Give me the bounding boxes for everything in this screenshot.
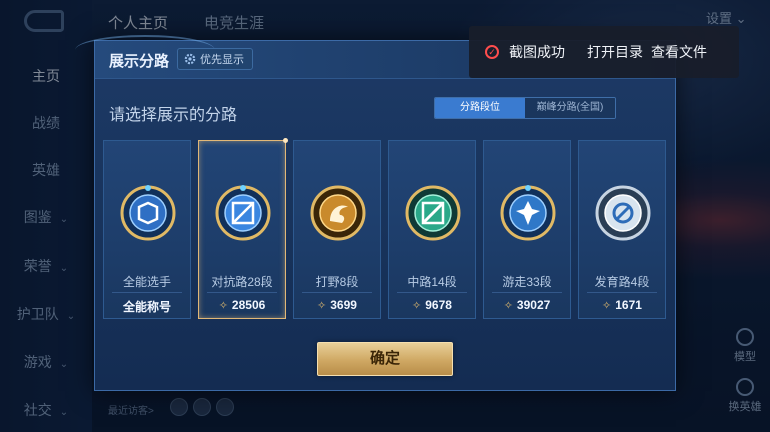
- divider: [492, 292, 562, 293]
- clash-lane-emblem-icon: [215, 185, 271, 241]
- lane-card-clash[interactable]: 对抗路28段 ✧ 28506: [198, 138, 288, 319]
- score-icon: ✧: [602, 300, 612, 312]
- jungle-emblem-icon: [310, 185, 366, 241]
- tab-lane-rank[interactable]: 分路段位: [435, 98, 525, 118]
- score-icon: ✧: [503, 300, 513, 312]
- lane-prompt: 请选择展示的分路: [109, 107, 238, 124]
- divider: [302, 292, 372, 293]
- open-directory-link[interactable]: 打开目录: [587, 42, 643, 62]
- lane-card-jungle[interactable]: 打野8段 ✧ 3699: [293, 140, 381, 319]
- lane-card-all-round[interactable]: 全能选手 全能称号: [103, 140, 191, 319]
- lane-stat-value: 1671: [615, 298, 642, 312]
- selected-marker: [283, 138, 288, 143]
- divider: [112, 292, 182, 293]
- view-file-link[interactable]: 查看文件: [651, 42, 707, 62]
- lane-card-mid[interactable]: 中路14段 ✧ 9678: [388, 140, 476, 319]
- lane-card-roam[interactable]: 游走33段 ✧ 39027: [483, 140, 571, 319]
- mid-lane-emblem-icon: [405, 185, 461, 241]
- tab-peak-lane[interactable]: 巅峰分路(全国): [525, 98, 615, 118]
- lane-stat-value: 9678: [425, 298, 452, 312]
- divider: [397, 292, 467, 293]
- toast-message: 截图成功: [509, 44, 565, 60]
- dialog-title: 展示分路: [109, 53, 170, 70]
- score-icon: ✧: [412, 300, 422, 312]
- divider: [587, 292, 657, 293]
- lane-name: 全能选手: [122, 275, 171, 289]
- lane-name: 游走33段: [502, 275, 552, 289]
- check-circle-icon: ✓: [485, 45, 499, 59]
- lane-stat: ✧ 39027: [484, 298, 570, 312]
- farm-lane-emblem-icon: [595, 185, 651, 241]
- lane-stat-value: 39027: [516, 298, 551, 312]
- priority-display-button[interactable]: 优先显示: [177, 48, 253, 70]
- roam-emblem-icon: [500, 185, 556, 241]
- lane-name: 发育路4段: [594, 275, 650, 289]
- score-icon: ✧: [218, 300, 228, 312]
- score-icon: ✧: [317, 300, 327, 312]
- lane-stat: ✧ 9678: [389, 298, 475, 312]
- lane-card-farm[interactable]: 发育路4段 ✧ 1671: [578, 140, 666, 319]
- divider: [207, 292, 277, 293]
- gear-icon: [184, 53, 196, 65]
- lane-stat-value: 28506: [231, 298, 266, 312]
- lane-name: 对抗路28段: [211, 275, 273, 289]
- lane-stat-value: 3699: [330, 298, 357, 312]
- lane-stat: ✧ 28506: [199, 298, 285, 312]
- lane-name: 打野8段: [315, 275, 359, 289]
- screenshot-toast: ✓ 截图成功 打开目录 查看文件: [469, 26, 739, 78]
- confirm-button[interactable]: 确定: [317, 342, 453, 376]
- priority-display-label: 优先显示: [200, 54, 244, 66]
- lane-stat: ✧ 1671: [579, 298, 665, 312]
- lane-stat: 全能称号: [104, 298, 190, 315]
- lane-stat-value: 全能称号: [122, 300, 171, 314]
- lane-name: 中路14段: [407, 275, 457, 289]
- lane-display-dialog: 展示分路 优先显示 请选择展示的分路 分路段位 巅峰分路(全国) 全能选手 全能…: [75, 35, 676, 391]
- all-round-emblem-icon: [120, 185, 176, 241]
- lane-stat: ✧ 3699: [294, 298, 380, 312]
- rank-type-toggle: 分路段位 巅峰分路(全国): [434, 97, 616, 119]
